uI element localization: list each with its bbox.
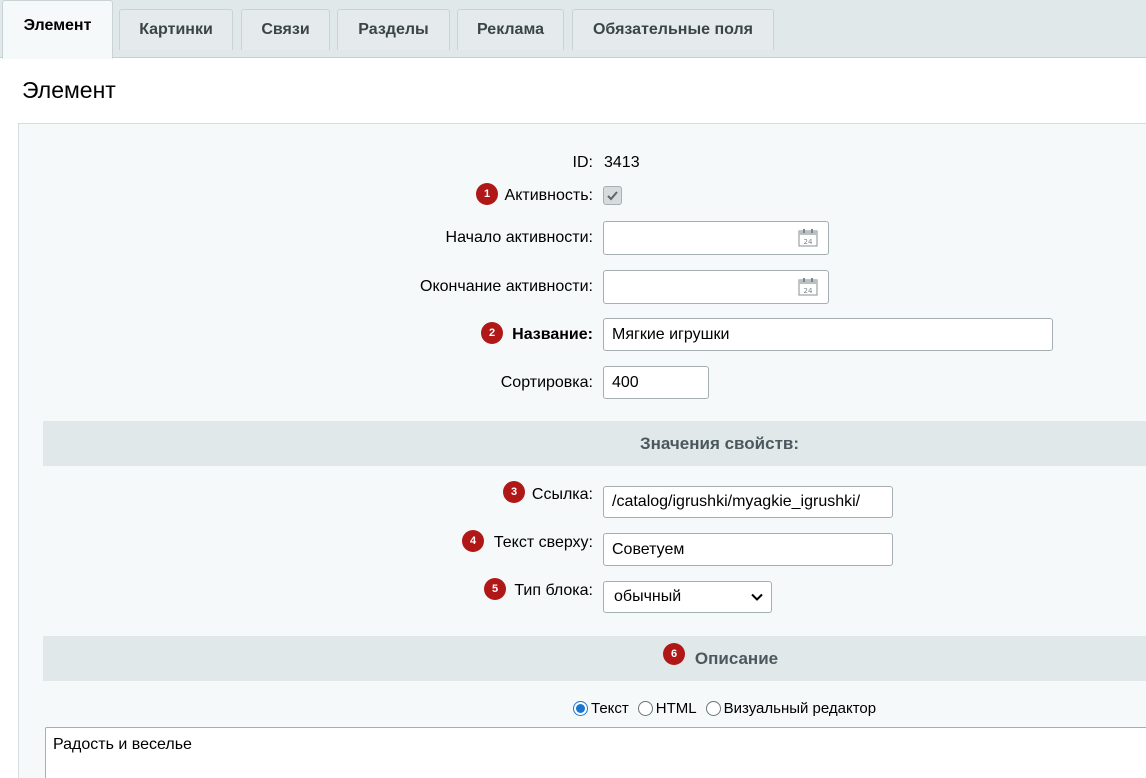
name-value: Мягкие игрушки	[612, 325, 730, 343]
tab-pictures[interactable]: Картинки	[119, 9, 233, 50]
tab-advertising[interactable]: Реклама	[457, 9, 564, 50]
active-to-label: Окончание активности:	[420, 278, 593, 295]
tab-label: Связи	[261, 21, 310, 38]
top-text-input[interactable]: Советуем	[603, 533, 893, 566]
properties-header-label: Значения свойств:	[639, 433, 800, 453]
calendar-icon[interactable]: 24	[798, 277, 818, 296]
description-textarea[interactable]: Радость и веселье	[45, 727, 1146, 778]
block-type-select[interactable]: обычный	[603, 581, 772, 613]
radio-html-label: HTML	[655, 700, 697, 717]
chevron-down-icon	[751, 593, 763, 601]
page-title: Элемент	[22, 77, 116, 103]
tab-bar: Элемент Картинки Связи Разделы Реклама О…	[0, 0, 1146, 59]
badge-2: 2	[481, 322, 503, 344]
name-input[interactable]: Мягкие игрушки	[603, 318, 1053, 351]
svg-text:24: 24	[804, 238, 813, 246]
active-from-input[interactable]: 24	[603, 221, 829, 255]
sort-input[interactable]: 400	[603, 366, 709, 399]
badge-6: 6	[663, 643, 685, 665]
active-to-input[interactable]: 24	[603, 270, 829, 304]
badge-5: 5	[484, 578, 506, 600]
tab-sections[interactable]: Разделы	[337, 9, 450, 50]
block-type-label: Тип блока:	[514, 582, 593, 599]
link-label: Ссылка:	[531, 486, 593, 503]
badge-3: 3	[503, 481, 525, 503]
tab-required-fields[interactable]: Обязательные поля	[572, 9, 774, 50]
svg-text:24: 24	[804, 287, 813, 295]
radio-visual-editor[interactable]	[705, 701, 721, 716]
top-text-value: Советуем	[612, 540, 685, 558]
description-mode-group: Текст HTML Визуальный редактор	[573, 700, 885, 717]
block-type-value: обычный	[614, 588, 682, 605]
description-text: Радость и веселье	[53, 736, 192, 753]
top-text-label: Текст сверху:	[493, 534, 593, 551]
radio-visual-editor-label: Визуальный редактор	[723, 700, 877, 717]
tab-label: Обязательные поля	[592, 21, 754, 38]
checkmark-icon	[607, 191, 618, 201]
radio-html[interactable]	[637, 701, 653, 716]
tab-label: Элемент	[23, 16, 92, 34]
name-label: Название:	[512, 326, 593, 343]
active-checkbox[interactable]	[603, 186, 622, 205]
radio-text[interactable]	[573, 701, 588, 716]
badge-1: 1	[476, 183, 498, 205]
properties-header: Значения свойств:	[43, 421, 1146, 466]
active-label: Активность:	[504, 187, 593, 204]
tab-label: Картинки	[139, 21, 213, 38]
tab-element[interactable]: Элемент	[2, 0, 113, 59]
radio-text-label: Текст	[591, 700, 629, 717]
calendar-icon[interactable]: 24	[798, 228, 818, 247]
tab-label: Реклама	[477, 21, 544, 38]
active-from-label: Начало активности:	[445, 229, 593, 246]
sort-value: 400	[612, 373, 639, 391]
id-label: ID:	[572, 154, 593, 171]
description-header-label: Описание	[694, 648, 779, 668]
id-value: 3413	[604, 154, 640, 171]
tab-label: Разделы	[358, 21, 429, 38]
link-input[interactable]: /catalog/igrushki/myagkie_igrushki/	[603, 486, 893, 518]
link-value: /catalog/igrushki/myagkie_igrushki/	[612, 493, 861, 510]
tab-links[interactable]: Связи	[241, 9, 330, 50]
description-header: Описание	[43, 636, 1146, 681]
badge-4: 4	[462, 530, 484, 552]
sort-label: Сортировка:	[500, 374, 593, 391]
